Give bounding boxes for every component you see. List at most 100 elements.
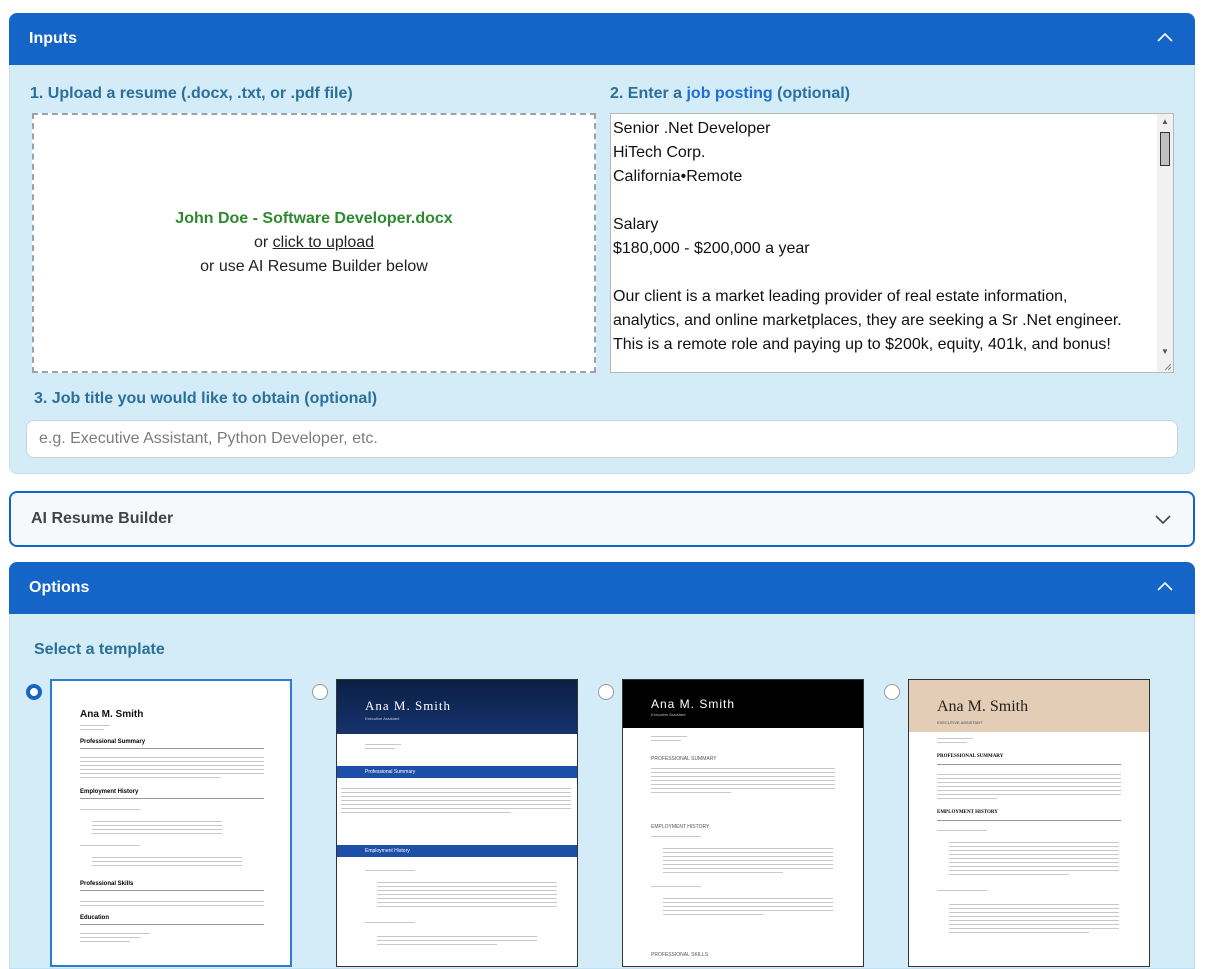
template-line: [651, 788, 835, 789]
template-rule: [80, 798, 264, 799]
template-line: [937, 786, 1121, 787]
template-line: [937, 742, 967, 743]
inputs-panel-title: Inputs: [29, 30, 77, 47]
options-panel-header[interactable]: Options: [9, 562, 1195, 614]
job-posting-link[interactable]: job posting: [686, 85, 772, 102]
template-line: [80, 765, 264, 766]
template-line: [365, 744, 401, 745]
template-line: [80, 845, 140, 846]
template-line: [663, 856, 833, 857]
template-section: PROFESSIONAL SUMMARY: [651, 756, 717, 762]
template-line: [365, 748, 395, 749]
template-line: [341, 796, 571, 797]
template-rule: [80, 890, 264, 891]
template-line: [651, 736, 687, 737]
template-rule: [937, 820, 1121, 821]
template-line: [377, 936, 537, 937]
template-thumbnail-1[interactable]: Ana M. Smith Professional Summary Employ…: [50, 679, 292, 967]
template-line: [949, 870, 1119, 871]
chevron-up-icon[interactable]: [1157, 579, 1173, 595]
scroll-up-arrow-icon[interactable]: ▲: [1161, 117, 1169, 126]
template-line: [341, 804, 571, 805]
template-line: [377, 902, 557, 903]
template-line: [949, 850, 1119, 851]
ai-resume-builder-panel[interactable]: AI Resume Builder: [9, 491, 1195, 547]
template-line: [937, 890, 987, 891]
template-rule: [937, 764, 1121, 765]
template-line: [651, 740, 681, 741]
template-line: [341, 808, 571, 809]
job-posting-textarea[interactable]: Senior .Net Developer HiTech Corp. Calif…: [610, 113, 1174, 373]
template-line: [651, 780, 835, 781]
job-title-input[interactable]: [26, 420, 1178, 458]
template-line: [949, 866, 1119, 867]
job-line: [613, 189, 1155, 213]
job-posting-text[interactable]: Senior .Net Developer HiTech Corp. Calif…: [611, 114, 1173, 357]
template-line: [377, 886, 557, 887]
template-line: [663, 860, 833, 861]
template-line: [937, 738, 973, 739]
template-line: [663, 902, 833, 903]
select-template-label: Select a template: [34, 641, 165, 658]
template-line: [949, 846, 1119, 847]
template-line: [651, 886, 701, 887]
template-line: [663, 852, 833, 853]
template-name: Ana M. Smith: [80, 709, 144, 720]
template-line: [937, 778, 1121, 779]
template-line: [377, 898, 557, 899]
template-line: [80, 941, 130, 942]
template-line: [377, 906, 557, 907]
template-line: [377, 894, 557, 895]
template-line: [80, 773, 264, 774]
template-line: [949, 854, 1119, 855]
template-line: [663, 864, 833, 865]
template-line: [341, 800, 571, 801]
click-to-upload-link[interactable]: click to upload: [273, 234, 374, 251]
template-thumbnail-4[interactable]: Ana M. Smith EXECUTIVE ASSISTANT PROFESS…: [908, 679, 1150, 967]
template-radio-4[interactable]: [884, 684, 900, 700]
template-radio-2[interactable]: [312, 684, 328, 700]
inputs-panel-body: 1. Upload a resume (.docx, .txt, or .pdf…: [9, 65, 1195, 474]
template-line: [92, 821, 222, 822]
template-header-band: Ana M. Smith EXECUTIVE ASSISTANT: [909, 680, 1149, 732]
job-line: Senior .Net Developer: [613, 120, 771, 137]
template-line: [80, 901, 264, 902]
template-radio-1[interactable]: [26, 684, 42, 700]
template-line: [92, 825, 222, 826]
resume-dropzone[interactable]: John Doe - Software Developer.docx or cl…: [32, 113, 596, 373]
template-line: [651, 792, 731, 793]
template-subtitle: Executive Assistant: [365, 716, 400, 721]
or-text: or: [253, 234, 273, 251]
chevron-up-icon[interactable]: [1157, 30, 1173, 46]
template-section-band: Professional Summary: [337, 766, 577, 778]
inputs-panel-header[interactable]: Inputs: [9, 13, 1195, 65]
chevron-down-icon[interactable]: [1155, 511, 1171, 527]
template-line: [663, 906, 833, 907]
template-line: [377, 944, 497, 945]
template-radio-3[interactable]: [598, 684, 614, 700]
template-thumbnail-2[interactable]: Ana M. Smith Executive Assistant Profess…: [336, 679, 578, 967]
resize-grip-icon[interactable]: [1162, 361, 1172, 371]
builder-hint: or use AI Resume Builder below: [200, 258, 428, 275]
template-line: [92, 865, 242, 866]
upload-label: 1. Upload a resume (.docx, .txt, or .pdf…: [30, 85, 353, 102]
template-header-band: Ana M. Smith Executive Assistant: [337, 680, 577, 734]
template-line: [663, 910, 833, 911]
template-line: [937, 782, 1121, 783]
template-line: [663, 872, 783, 873]
template-thumbnail-3[interactable]: Ana M. Smith Executive Assistant PROFESS…: [622, 679, 864, 967]
upload-prompt: or click to upload: [254, 231, 374, 255]
scroll-down-arrow-icon[interactable]: ▼: [1161, 347, 1169, 356]
template-line: [80, 905, 264, 906]
template-section: Professional Skills: [80, 881, 134, 887]
job-posting-label: 2. Enter a job posting (optional): [610, 85, 850, 103]
template-section: PROFESSIONAL SUMMARY: [937, 754, 1004, 759]
template-line: [949, 932, 1089, 933]
template-line: [80, 809, 140, 810]
template-line: [949, 904, 1119, 905]
template-line: [80, 769, 264, 770]
template-line: [80, 729, 104, 730]
job-posting-scrollbar[interactable]: ▲ ▼: [1157, 114, 1173, 372]
scrollbar-thumb[interactable]: [1160, 132, 1170, 166]
template-line: [949, 874, 1069, 875]
